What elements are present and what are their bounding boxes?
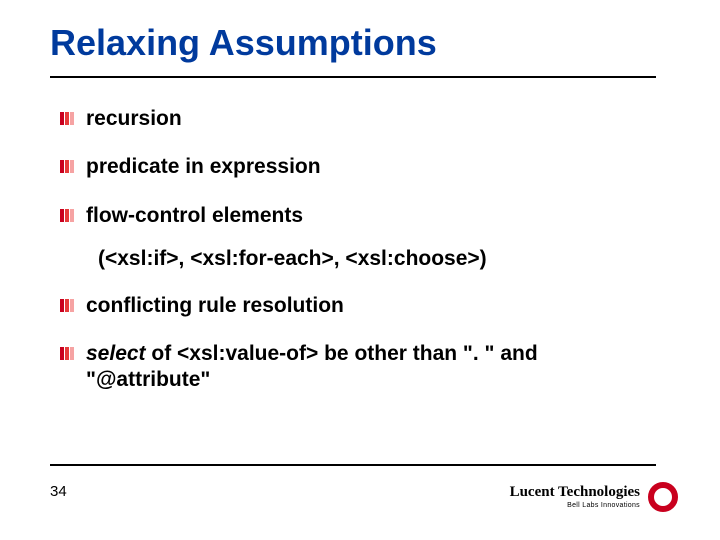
- bullet-text: recursion: [86, 107, 182, 130]
- bullet-text: select of <xsl:value-of> be other than "…: [86, 342, 538, 391]
- ring-icon: [648, 482, 678, 512]
- bullet-subtext-flow-control: (<xsl:if>, <xsl:for-each>, <xsl:choose>): [60, 247, 660, 271]
- bullet-icon: [60, 112, 75, 125]
- bullet-item-select: select of <xsl:value-of> be other than "…: [60, 341, 660, 394]
- page-number: 34: [50, 483, 67, 500]
- bullet-item-flow-control: flow-control elements: [60, 203, 660, 229]
- bullet-icon: [60, 299, 75, 312]
- footer-divider: [50, 464, 656, 466]
- brand-tagline: Bell Labs Innovations: [510, 502, 640, 509]
- brand-name: Lucent Technologies: [510, 485, 640, 500]
- bullet-text: predicate in expression: [86, 155, 321, 178]
- bullet-text-emph: select: [86, 342, 146, 365]
- title-divider: [50, 76, 656, 78]
- bullet-text: flow-control elements: [86, 204, 303, 227]
- bullet-text-rest: of <xsl:value-of> be other than ". " and…: [86, 342, 538, 391]
- bullet-icon: [60, 347, 75, 360]
- slide-body: recursion predicate in expression flow-c…: [60, 106, 660, 416]
- slide: Relaxing Assumptions recursion predicate…: [0, 0, 720, 540]
- bullet-item-predicate: predicate in expression: [60, 154, 660, 180]
- bullet-icon: [60, 160, 75, 173]
- brand-block: Lucent Technologies Bell Labs Innovation…: [510, 482, 678, 512]
- bullet-item-recursion: recursion: [60, 106, 660, 132]
- bullet-item-conflicting: conflicting rule resolution: [60, 293, 660, 319]
- brand-text: Lucent Technologies Bell Labs Innovation…: [510, 485, 640, 509]
- bullet-icon: [60, 209, 75, 222]
- bullet-text: conflicting rule resolution: [86, 294, 344, 317]
- slide-title: Relaxing Assumptions: [50, 22, 437, 64]
